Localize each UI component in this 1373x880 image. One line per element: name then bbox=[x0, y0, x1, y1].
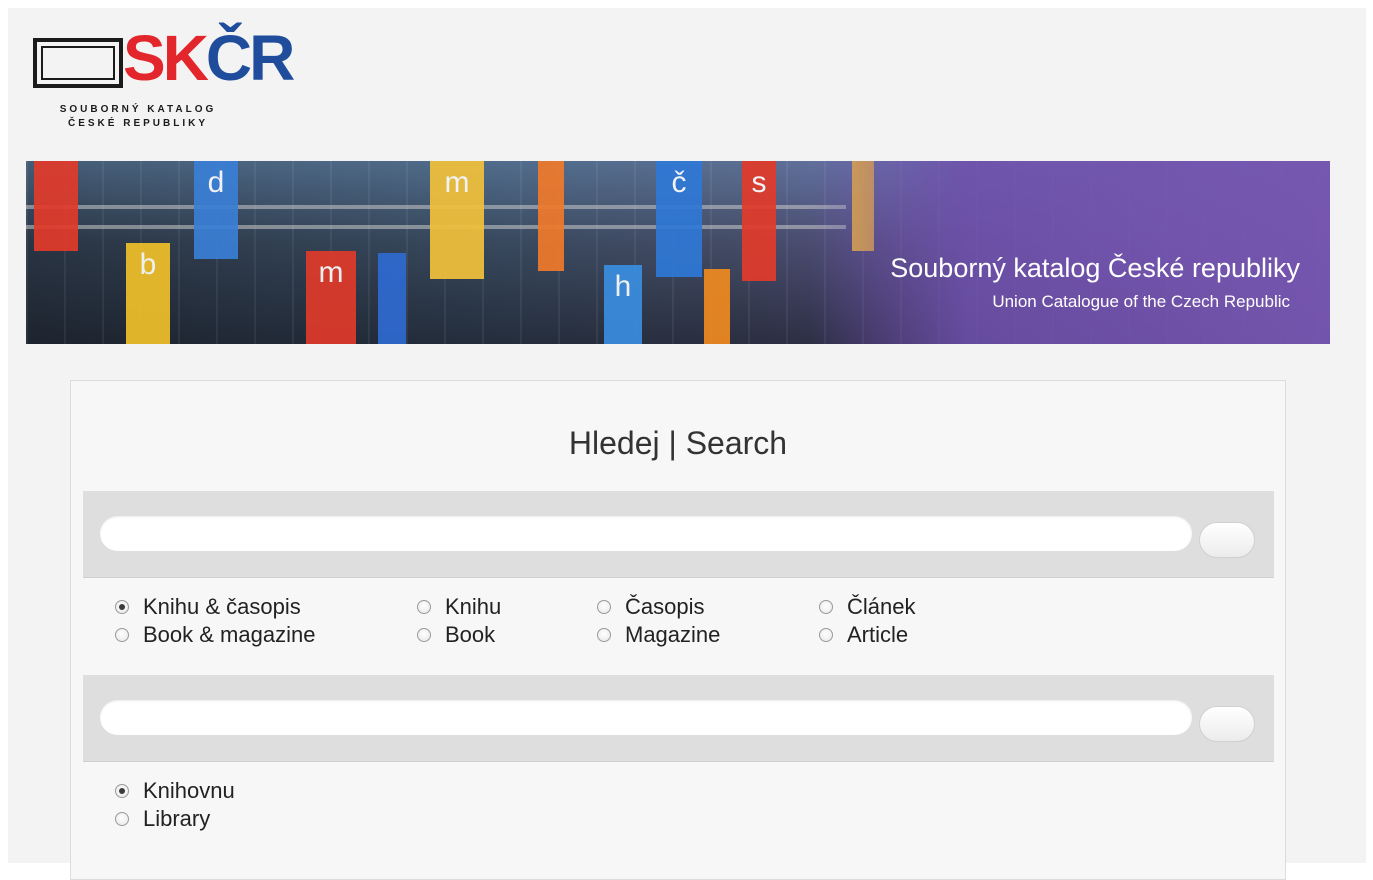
library-search-bar bbox=[83, 675, 1274, 762]
logo-mark: SKČR bbox=[123, 20, 295, 96]
radio-label: Knihu & časopis bbox=[143, 594, 301, 619]
banner-flag: s bbox=[742, 161, 776, 281]
catalog-search-input[interactable] bbox=[100, 516, 1192, 551]
banner-flag bbox=[538, 161, 564, 271]
radio-option-clanek[interactable]: Článek bbox=[819, 593, 915, 621]
radio-label: Book bbox=[445, 622, 496, 647]
radio-option-knihu-casopis[interactable]: Knihu & časopis bbox=[115, 593, 301, 621]
banner-flag bbox=[704, 269, 730, 344]
radio-unchecked-icon[interactable] bbox=[597, 600, 611, 614]
banner-flag: m bbox=[306, 251, 356, 344]
logo-mark-cr: ČR bbox=[205, 22, 295, 94]
radio-unchecked-icon[interactable] bbox=[417, 600, 431, 614]
logo-subtitle-line1: SOUBORNÝ KATALOG bbox=[59, 104, 217, 115]
radio-option-article[interactable]: Article bbox=[819, 621, 908, 649]
radio-option-book[interactable]: Book bbox=[417, 621, 495, 649]
banner-flag bbox=[378, 253, 406, 344]
search-panel-title: Hledej | Search bbox=[568, 425, 788, 461]
radio-option-book-magazine[interactable]: Book & magazine bbox=[115, 621, 315, 649]
radio-unchecked-icon[interactable] bbox=[115, 812, 129, 826]
radio-unchecked-icon[interactable] bbox=[819, 628, 833, 642]
catalog-search-bar bbox=[83, 491, 1274, 578]
banner-flag: m bbox=[430, 161, 484, 279]
banner-flag bbox=[34, 161, 78, 251]
radio-checked-icon[interactable] bbox=[115, 784, 129, 798]
banner-subtitle: Union Catalogue of the Czech Republic bbox=[992, 292, 1290, 311]
search-panel: Hledej | Search Knihu & časopis Knihu Ča… bbox=[70, 380, 1286, 880]
radio-option-knihu[interactable]: Knihu bbox=[417, 593, 501, 621]
banner-flag: d bbox=[194, 161, 238, 259]
radio-unchecked-icon[interactable] bbox=[417, 628, 431, 642]
radio-option-magazine[interactable]: Magazine bbox=[597, 621, 720, 649]
radio-label: Library bbox=[143, 806, 211, 831]
radio-checked-icon[interactable] bbox=[115, 600, 129, 614]
radio-unchecked-icon[interactable] bbox=[819, 600, 833, 614]
radio-label: Book & magazine bbox=[143, 622, 316, 647]
radio-label: Knihu bbox=[445, 594, 502, 619]
header-banner: b d m m h č s Souborný katalog České rep… bbox=[26, 161, 1330, 344]
banner-title: Souborný katalog České republiky bbox=[890, 253, 1300, 283]
library-search-input[interactable] bbox=[100, 700, 1192, 735]
banner-flag: b bbox=[126, 243, 170, 344]
radio-option-casopis[interactable]: Časopis bbox=[597, 593, 704, 621]
tv-frame-logo-icon bbox=[33, 38, 123, 88]
library-search-button[interactable] bbox=[1199, 706, 1255, 742]
radio-label: Časopis bbox=[625, 594, 705, 619]
radio-unchecked-icon[interactable] bbox=[115, 628, 129, 642]
skcr-logo[interactable]: SKČR SOUBORNÝ KATALOG ČESKÉ REPUBLIKY bbox=[33, 16, 295, 134]
radio-label: Článek bbox=[847, 594, 916, 619]
radio-option-library[interactable]: Library bbox=[115, 805, 210, 833]
catalog-search-button[interactable] bbox=[1199, 522, 1255, 558]
radio-option-knihovnu[interactable]: Knihovnu bbox=[115, 777, 235, 805]
radio-label: Article bbox=[847, 622, 909, 647]
logo-subtitle-line2: ČESKÉ REPUBLIKY bbox=[67, 118, 208, 129]
logo-subtitle: SOUBORNÝ KATALOG ČESKÉ REPUBLIKY bbox=[33, 103, 243, 131]
logo-mark-sk: SK bbox=[123, 22, 209, 94]
radio-unchecked-icon[interactable] bbox=[597, 628, 611, 642]
banner-flag: č bbox=[656, 161, 702, 277]
radio-label: Magazine bbox=[625, 622, 721, 647]
banner-flag: h bbox=[604, 265, 642, 344]
radio-label: Knihovnu bbox=[143, 778, 235, 803]
page: SKČR SOUBORNÝ KATALOG ČESKÉ REPUBLIKY b … bbox=[8, 8, 1366, 880]
